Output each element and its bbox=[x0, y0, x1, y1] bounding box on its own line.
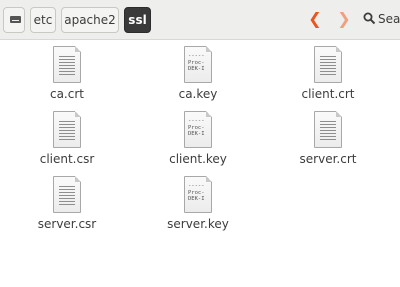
key-preview-text: ----- Proc- DEK-I bbox=[188, 183, 205, 202]
file-item[interactable]: ----- Proc- DEK-I client.key bbox=[148, 111, 248, 166]
key-document-icon: ----- Proc- DEK-I bbox=[184, 176, 212, 213]
file-name-label: client.crt bbox=[301, 87, 355, 101]
text-document-icon bbox=[53, 176, 81, 213]
file-name-label: server.crt bbox=[299, 152, 357, 166]
file-name-label: client.csr bbox=[39, 152, 95, 166]
forward-arrow-icon[interactable]: ❯ bbox=[334, 9, 354, 29]
file-name-label: ca.crt bbox=[49, 87, 84, 101]
file-item[interactable]: ca.crt bbox=[17, 46, 117, 101]
search-icon bbox=[363, 12, 376, 25]
key-preview-text: ----- Proc- DEK-I bbox=[188, 118, 205, 137]
file-item[interactable]: ----- Proc- DEK-I server.key bbox=[148, 176, 248, 231]
breadcrumb-root[interactable] bbox=[3, 7, 25, 33]
search-label: Sea bbox=[378, 12, 400, 26]
file-item[interactable]: server.crt bbox=[278, 111, 378, 166]
text-document-icon bbox=[314, 111, 342, 148]
text-document-icon bbox=[314, 46, 342, 83]
back-arrow-icon[interactable]: ❮ bbox=[305, 9, 325, 29]
file-name-label: server.key bbox=[167, 217, 229, 231]
drive-icon bbox=[10, 16, 21, 23]
breadcrumb-apache2[interactable]: apache2 bbox=[61, 7, 119, 33]
file-item[interactable]: ----- Proc- DEK-I ca.key bbox=[148, 46, 248, 101]
text-document-icon bbox=[53, 46, 81, 83]
breadcrumb-ssl[interactable]: ssl bbox=[124, 7, 151, 33]
file-name-label: server.csr bbox=[37, 217, 97, 231]
file-name-label: client.key bbox=[169, 152, 227, 166]
file-item[interactable]: client.csr bbox=[17, 111, 117, 166]
breadcrumb-etc[interactable]: etc bbox=[30, 7, 56, 33]
text-document-icon bbox=[53, 111, 81, 148]
path-bar-toolbar: etc apache2 ssl ❮ ❯ Sea bbox=[0, 0, 400, 40]
key-document-icon: ----- Proc- DEK-I bbox=[184, 111, 212, 148]
file-item[interactable]: server.csr bbox=[17, 176, 117, 231]
file-item[interactable]: client.crt bbox=[278, 46, 378, 101]
file-name-label: ca.key bbox=[178, 87, 218, 101]
key-document-icon: ----- Proc- DEK-I bbox=[184, 46, 212, 83]
search-button[interactable]: Sea bbox=[360, 9, 400, 29]
key-preview-text: ----- Proc- DEK-I bbox=[188, 53, 205, 72]
